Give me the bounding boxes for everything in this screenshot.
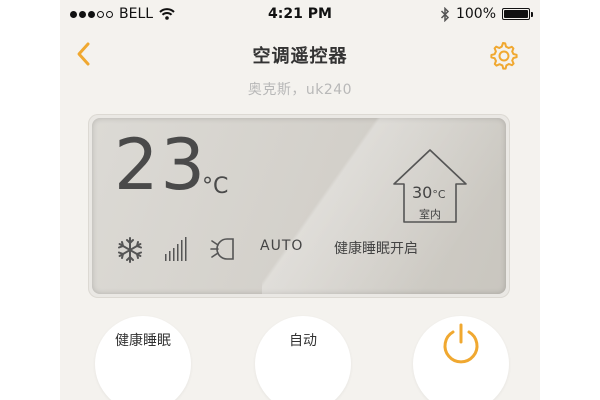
power-icon xyxy=(443,323,479,364)
device-subtitle: 奥克斯，uk240 xyxy=(247,82,353,98)
indoor-temperature-unit: °C xyxy=(432,188,446,201)
healthy-sleep-button[interactable]: 健康睡眠 xyxy=(95,316,191,400)
set-temperature: 23 xyxy=(114,124,208,206)
gear-icon[interactable] xyxy=(488,40,518,70)
page-title: 空调遥控器 xyxy=(252,46,348,67)
fan-speed-icon xyxy=(165,237,187,261)
phone-screen: BELL 4:21 PM 100% 空调遥控器 奥克斯，uk240 23 °C … xyxy=(60,0,540,400)
display-panel: 23 °C 30°C 室内 AUTO 健康睡眠开启 xyxy=(92,118,506,294)
snowflake-icon xyxy=(118,237,142,263)
indoor-temperature-value: 30 xyxy=(412,183,433,202)
swing-icon xyxy=(210,238,234,260)
display-panel-frame: 23 °C 30°C 室内 AUTO 健康睡眠开启 xyxy=(88,114,510,298)
bluetooth-icon xyxy=(440,6,450,22)
sleep-status: 健康睡眠开启 xyxy=(334,241,418,257)
indoor-temperature: 30°C xyxy=(412,183,446,202)
battery-icon xyxy=(502,8,533,20)
auto-mode-label: 自动 xyxy=(289,333,317,349)
mode-indicator: AUTO xyxy=(260,238,304,254)
auto-mode-button[interactable]: 自动 xyxy=(255,316,351,400)
indoor-label: 室内 xyxy=(419,208,441,221)
power-button[interactable] xyxy=(413,316,509,400)
battery-percent: 100% xyxy=(455,6,496,22)
status-right: 100% xyxy=(440,6,533,22)
healthy-sleep-label: 健康睡眠 xyxy=(115,333,171,349)
set-temperature-unit: °C xyxy=(202,174,229,199)
status-bar: BELL 4:21 PM 100% xyxy=(60,0,540,30)
battery-fill xyxy=(504,10,528,18)
